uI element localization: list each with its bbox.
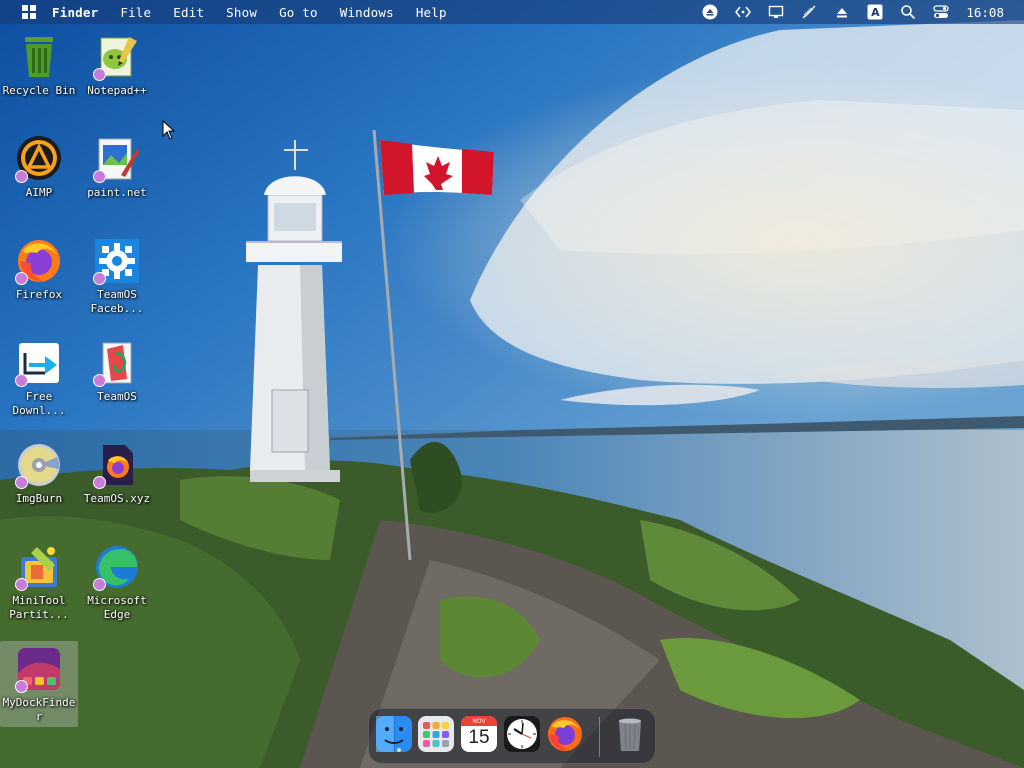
shortcut-badge-icon [93,476,106,489]
finder-icon [376,716,412,752]
shortcut-badge-icon [15,578,28,591]
firefox-icon [548,717,582,751]
gear-icon [93,237,141,285]
dock-item-firefox[interactable] [546,715,584,755]
desktop-icon-microsoft-edge[interactable]: Microsoft Edge [78,543,156,622]
shortcut-badge-icon [15,680,28,693]
dock-separator [599,717,600,757]
desktop-icon-label: Notepad++ [87,84,147,97]
menubar-clock[interactable]: 16:08 [966,5,1004,20]
code-brackets-icon[interactable] [735,4,752,20]
dock: NOV 15 [368,708,656,764]
desktop-icon-recycle-bin[interactable]: Recycle Bin [0,33,78,98]
shortcut-badge-icon [93,272,106,285]
windows-logo-icon[interactable] [22,5,36,19]
desktop-icon-teamos-facebook[interactable]: TeamOS Faceb... [78,237,156,316]
shortcut-badge-icon [15,374,28,387]
menu-help[interactable]: Help [416,5,447,20]
desktop-icon-teamos[interactable]: TeamOS [78,339,156,404]
shortcut-badge-icon [93,68,106,81]
menu-show[interactable]: Show [226,5,257,20]
shortcut-badge-icon [93,170,106,183]
mouse-cursor-icon [162,120,176,140]
firefox-icon [15,237,63,285]
desktop-icon-label: AIMP [25,186,53,199]
recycle-bin-icon [15,33,63,81]
minitool-icon [15,543,63,591]
desktop-icon-firefox[interactable]: Firefox [0,237,78,302]
search-icon[interactable] [900,4,916,20]
dock-item-calendar[interactable]: NOV 15 [460,715,498,755]
desktop-icon-label: Firefox [15,288,63,301]
edge-icon [93,543,141,591]
desktop-icon-label: MyDockFinder [2,696,76,723]
display-icon[interactable] [768,4,784,20]
launchpad-icon [418,716,454,752]
free-download-manager-icon [15,339,63,387]
desktop-icon-aimp[interactable]: AIMP [0,135,78,200]
dock-item-finder[interactable] [375,715,413,755]
imgburn-icon [15,441,63,489]
menu-app-finder[interactable]: Finder [52,5,98,20]
shortcut-badge-icon [93,578,106,591]
desktop-icon-minitool[interactable]: MiniTool Partit... [0,543,78,622]
notepad-plus-plus-icon [93,33,141,81]
status-area: A 16:08 [702,0,1024,24]
desktop-icon-label: Free Downl... [12,390,66,417]
input-source-icon[interactable]: A [867,4,883,20]
trash-icon [619,718,641,751]
desktop-icon-label: TeamOS.xyz [83,492,151,505]
pen-off-icon[interactable] [801,4,817,20]
mydockfinder-icon [15,645,63,693]
desktop-icon-paint-net[interactable]: paint.net [78,135,156,200]
shortcut-badge-icon [15,170,28,183]
desktop-icon-label: TeamOS [97,390,137,403]
desktop-icon-label: TeamOS Faceb... [90,288,144,315]
menu-windows[interactable]: Windows [340,5,394,20]
desktop-icon-mydockfinder[interactable]: MyDockFinder [0,641,78,727]
upload-icon[interactable] [834,4,850,20]
control-center-icon[interactable] [933,4,950,20]
shortcut-badge-icon [15,272,28,285]
dock-item-trash[interactable] [611,715,649,755]
desktop-icon-notepad-plus-plus[interactable]: Notepad++ [78,33,156,98]
input-source-label: A [871,5,880,19]
calendar-day: 15 [468,727,490,748]
desktop-icon-label: Microsoft Edge [87,594,147,621]
shortcut-badge-icon [15,476,28,489]
dock-item-clock[interactable] [503,715,541,755]
aimp-icon [15,135,63,183]
clock-icon [504,716,540,752]
running-indicator [397,748,401,752]
shortcut-badge-icon [93,374,106,387]
desktop-icon-label: ImgBurn [15,492,63,505]
desktop-icon-teamos-xyz[interactable]: TeamOS.xyz [78,441,156,506]
desktop-icon-label: Recycle Bin [2,84,76,97]
dock-item-launchpad[interactable] [417,715,455,755]
desktop-icon-imgburn[interactable]: ImgBurn [0,441,78,506]
menu-edit[interactable]: Edit [173,5,204,20]
desktop-icon-free-download-manager[interactable]: Free Downl... [0,339,78,418]
menu-go-to[interactable]: Go to [279,5,318,20]
teamos-icon [93,339,141,387]
menu-bar: Finder File Edit Show Go to Windows Help… [0,0,1024,24]
calendar-month: NOV [472,718,486,725]
eject-icon[interactable] [702,4,718,20]
desktop-icon-label: MiniTool Partit... [9,594,69,621]
menu-file[interactable]: File [120,5,151,20]
paint-net-icon [93,135,141,183]
firefox-doc-icon [93,441,141,489]
desktop-icon-label: paint.net [87,186,147,199]
